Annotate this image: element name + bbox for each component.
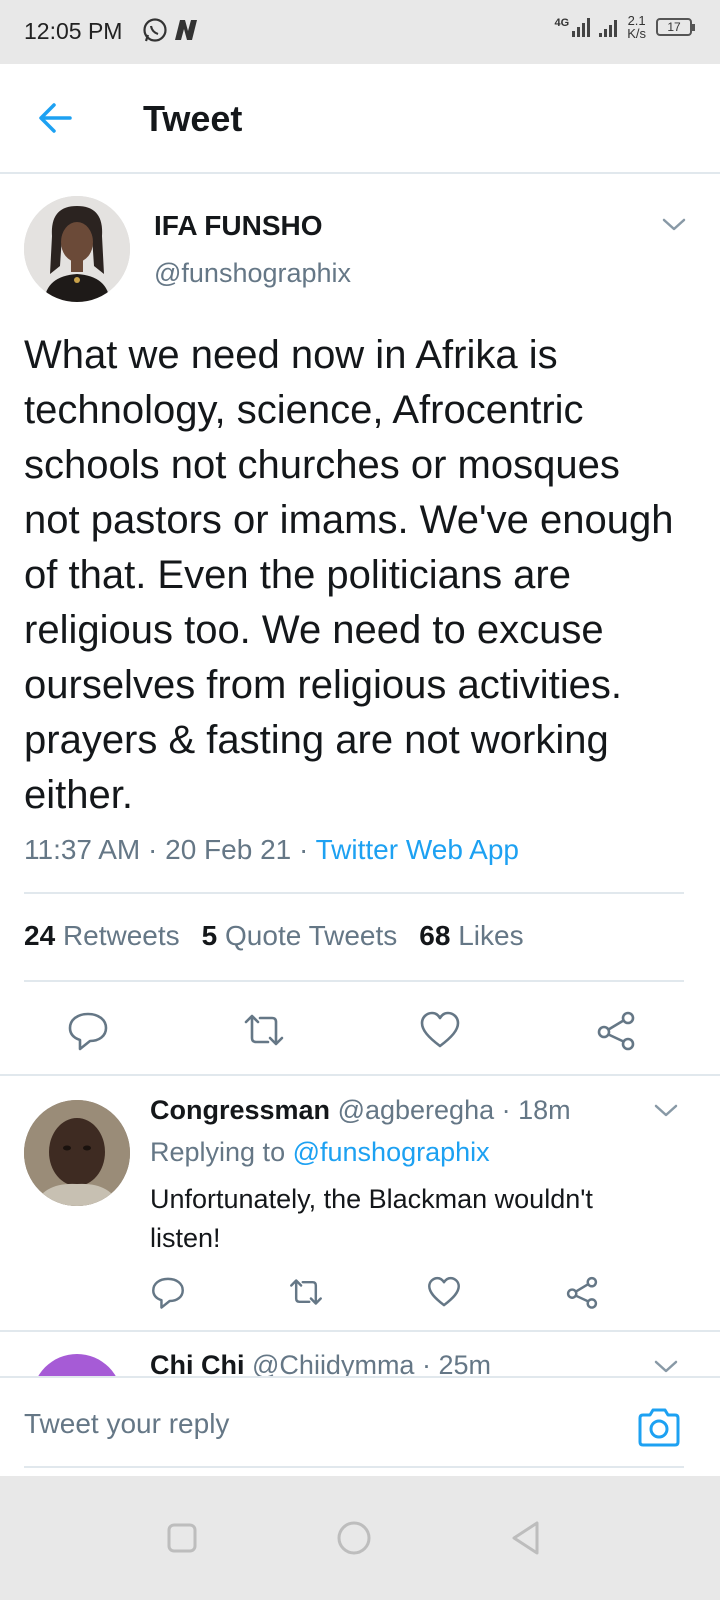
system-nav-bar	[0, 1476, 720, 1600]
tweet-source-link[interactable]: Twitter Web App	[316, 834, 519, 865]
quotes-count: 5	[201, 920, 218, 951]
share-icon[interactable]	[594, 1008, 638, 1052]
retweet-icon[interactable]	[288, 1274, 324, 1310]
meta-separator: ·	[501, 1095, 511, 1125]
likes-stat[interactable]: 68 Likes	[419, 920, 523, 951]
replying-to-mention[interactable]: @funshographix	[293, 1137, 490, 1167]
replying-to-label: Replying to	[150, 1137, 286, 1167]
camera-icon[interactable]	[636, 1406, 682, 1448]
reply-input[interactable]: Tweet your reply	[24, 1408, 229, 1440]
like-heart-icon[interactable]	[426, 1274, 462, 1310]
reply-header: Chi Chi @Chiidymma · 25m	[150, 1350, 491, 1376]
likes-label: Likes	[458, 920, 524, 951]
retweets-stat[interactable]: 24 Retweets	[24, 920, 180, 951]
author-avatar[interactable]	[24, 196, 130, 302]
tweet-text: What we need now in Afrika is technology…	[24, 333, 674, 817]
quotes-label: Quote Tweets	[225, 920, 398, 951]
divider	[0, 1074, 720, 1076]
whatsapp-icon	[143, 18, 167, 42]
chevron-down-icon[interactable]	[660, 216, 688, 234]
reply-icon[interactable]	[150, 1274, 186, 1310]
reply-avatar[interactable]	[24, 1100, 130, 1206]
tweet-time: 11:37 AM	[24, 834, 141, 865]
header: Tweet	[0, 64, 720, 174]
reply-time: 25m	[438, 1350, 492, 1376]
like-heart-icon[interactable]	[418, 1008, 462, 1052]
reply-avatar[interactable]	[32, 1354, 122, 1376]
likes-count: 68	[419, 920, 451, 951]
tweet-actions	[0, 1002, 720, 1058]
reply-header: Congressman @agberegha · 18m	[150, 1095, 571, 1126]
reply-author-handle[interactable]: @agberegha	[338, 1095, 495, 1125]
divider	[24, 892, 684, 894]
back-arrow-icon[interactable]	[34, 98, 78, 138]
signal-icon-2	[599, 17, 618, 37]
reply-author-handle[interactable]: @Chiidymma	[252, 1350, 414, 1376]
quote-tweets-stat[interactable]: 5 Quote Tweets	[202, 920, 398, 951]
chevron-down-icon[interactable]	[652, 1102, 680, 1120]
status-right: 4G 2.1 K/s 17	[554, 14, 695, 40]
chevron-down-icon[interactable]	[652, 1358, 680, 1376]
retweets-count: 24	[24, 920, 56, 951]
signal-icon	[572, 17, 591, 37]
tweet-date: 20 Feb 21	[165, 834, 292, 865]
composer-underline	[24, 1466, 684, 1468]
battery-icon: 17	[656, 18, 695, 36]
reply-text: Unfortunately, the Blackman wouldn't lis…	[150, 1184, 593, 1253]
reply-actions	[0, 1270, 720, 1320]
speed-unit: K/s	[627, 26, 646, 41]
reply-author-name[interactable]: Chi Chi	[150, 1350, 245, 1376]
meta-separator: ·	[148, 834, 158, 865]
reply-icon[interactable]	[66, 1008, 110, 1052]
divider	[24, 980, 684, 982]
status-time: 12:05 PM	[24, 18, 123, 44]
page-title: Tweet	[143, 98, 243, 139]
tweet-stats: 24 Retweets 5 Quote Tweets 68 Likes	[24, 920, 524, 952]
reply-time: 18m	[518, 1095, 571, 1125]
notification-icons	[142, 17, 200, 43]
share-icon[interactable]	[564, 1274, 600, 1310]
home-icon[interactable]	[334, 1518, 374, 1558]
back-nav-icon[interactable]	[506, 1518, 546, 1558]
tweet-meta: 11:37 AM · 20 Feb 21 · Twitter Web App	[24, 834, 519, 866]
recent-apps-icon[interactable]	[162, 1518, 202, 1558]
status-bar: 12:05 PM 4G 2.1 K/s 17	[0, 0, 720, 64]
author-name[interactable]: IFA FUNSHO	[154, 210, 323, 242]
divider	[0, 1330, 720, 1332]
reply-author-name[interactable]: Congressman	[150, 1095, 330, 1125]
meta-separator: ·	[421, 1350, 431, 1376]
retweets-label: Retweets	[62, 920, 180, 951]
n-app-icon	[175, 20, 197, 40]
network-speed: 2.1 K/s	[627, 14, 646, 40]
battery-level: 17	[667, 20, 681, 34]
replying-to: Replying to @funshographix	[150, 1137, 490, 1168]
reply-composer: Tweet your reply	[0, 1376, 720, 1474]
author-handle[interactable]: @funshographix	[154, 258, 351, 289]
reply-item-partial: Chi Chi @Chiidymma · 25m	[0, 1340, 720, 1376]
meta-separator-2: ·	[299, 834, 309, 865]
network-type: 4G	[554, 17, 570, 29]
retweet-icon[interactable]	[242, 1008, 286, 1052]
